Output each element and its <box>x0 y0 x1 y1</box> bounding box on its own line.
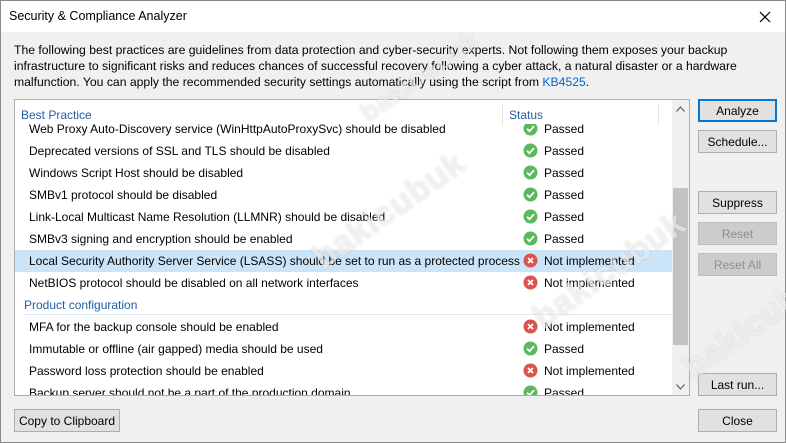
scrollbar-thumb[interactable] <box>673 188 688 345</box>
list-item[interactable]: MFA for the backup console should be ena… <box>15 316 673 338</box>
check-circle-icon <box>523 341 538 356</box>
best-practice-name: Web Proxy Auto-Discovery service (WinHtt… <box>29 124 446 136</box>
scroll-down-button[interactable] <box>672 378 689 395</box>
list-item[interactable]: Immutable or offline (air gapped) media … <box>15 338 673 360</box>
last-run-button[interactable]: Last run... <box>698 373 777 396</box>
status-text: Passed <box>544 210 585 224</box>
window-title: Security & Compliance Analyzer <box>9 9 187 23</box>
group-header[interactable]: Product configuration <box>15 294 673 316</box>
best-practice-name: Immutable or offline (air gapped) media … <box>29 342 323 356</box>
description-body: The following best practices are guideli… <box>14 43 737 89</box>
check-circle-icon <box>523 165 538 180</box>
list-header: Best Practice Status <box>15 100 673 126</box>
best-practice-name: NetBIOS protocol should be disabled on a… <box>29 276 359 290</box>
check-circle-icon <box>523 187 538 202</box>
list-item[interactable]: Link-Local Multicast Name Resolution (LL… <box>15 206 673 228</box>
vertical-scrollbar[interactable] <box>672 100 689 395</box>
list-item[interactable]: Backup server should not be a part of th… <box>15 382 673 395</box>
status-text: Not implemented <box>544 320 635 334</box>
status-text: Passed <box>544 166 585 180</box>
copy-to-clipboard-button[interactable]: Copy to Clipboard <box>14 409 120 432</box>
status-text: Passed <box>544 232 585 246</box>
best-practice-list[interactable]: Best Practice Status Web Proxy Auto-Disc… <box>14 99 690 396</box>
title-bar: Security & Compliance Analyzer <box>1 1 785 32</box>
column-separator[interactable] <box>658 104 659 126</box>
list-item[interactable]: Password loss protection should be enabl… <box>15 360 673 382</box>
best-practice-name: Link-Local Multicast Name Resolution (LL… <box>29 210 386 224</box>
list-item[interactable]: NetBIOS protocol should be disabled on a… <box>15 272 673 294</box>
close-button[interactable]: Close <box>698 409 777 432</box>
close-window-button[interactable] <box>745 1 785 32</box>
list-item[interactable]: Local Security Authority Server Service … <box>15 250 673 272</box>
check-circle-icon <box>523 124 538 136</box>
error-circle-icon <box>523 275 538 290</box>
group-header-label: Product configuration <box>24 298 138 312</box>
analyzer-dialog: Security & Compliance Analyzer The follo… <box>0 0 786 443</box>
status-text: Not implemented <box>544 276 635 290</box>
status-text: Not implemented <box>544 364 635 378</box>
best-practice-name: Backup server should not be a part of th… <box>29 386 351 395</box>
check-circle-icon <box>523 209 538 224</box>
best-practice-name: Windows Script Host should be disabled <box>29 166 244 180</box>
column-best-practice[interactable]: Best Practice <box>21 108 92 122</box>
analyze-button[interactable]: Analyze <box>698 99 777 122</box>
check-circle-icon <box>523 143 538 158</box>
list-item[interactable]: SMBv3 signing and encryption should be e… <box>15 228 673 250</box>
check-circle-icon <box>523 231 538 246</box>
group-divider <box>24 314 671 315</box>
best-practice-name: SMBv3 signing and encryption should be e… <box>29 232 293 246</box>
list-item[interactable]: Deprecated versions of SSL and TLS shoul… <box>15 140 673 162</box>
column-separator[interactable] <box>502 104 503 126</box>
error-circle-icon <box>523 319 538 334</box>
reset-all-button[interactable]: Reset All <box>698 253 777 276</box>
status-text: Passed <box>544 342 585 356</box>
check-circle-icon <box>523 385 538 395</box>
suppress-button[interactable]: Suppress <box>698 191 777 214</box>
description-end: . <box>585 75 590 89</box>
best-practice-name: Deprecated versions of SSL and TLS shoul… <box>29 144 330 158</box>
list-item[interactable]: Web Proxy Auto-Discovery service (WinHtt… <box>15 124 673 140</box>
scroll-up-button[interactable] <box>672 100 689 117</box>
best-practice-name: Password loss protection should be enabl… <box>29 364 264 378</box>
chevron-down-icon <box>676 383 685 390</box>
chevron-up-icon <box>676 105 685 112</box>
best-practice-name: SMBv1 protocol should be disabled <box>29 188 218 202</box>
list-item[interactable]: Windows Script Host should be disabled Pa… <box>15 162 673 184</box>
status-text: Passed <box>544 144 585 158</box>
schedule-button[interactable]: Schedule... <box>698 130 777 153</box>
list-rows: Web Proxy Auto-Discovery service (WinHtt… <box>15 124 673 395</box>
best-practice-name: MFA for the backup console should be ena… <box>29 320 279 334</box>
error-circle-icon <box>523 253 538 268</box>
error-circle-icon <box>523 363 538 378</box>
status-text: Passed <box>544 124 585 136</box>
status-text: Passed <box>544 188 585 202</box>
reset-button[interactable]: Reset <box>698 222 777 245</box>
description-text: The following best practices are guideli… <box>14 42 774 90</box>
status-text: Passed <box>544 386 585 395</box>
status-text: Not implemented <box>544 254 635 268</box>
best-practice-name: Local Security Authority Server Service … <box>29 254 520 268</box>
column-status[interactable]: Status <box>509 108 543 122</box>
close-icon <box>759 11 771 22</box>
list-item[interactable]: SMBv1 protocol should be disabled Passed <box>15 184 673 206</box>
kb-link[interactable]: KB4525 <box>542 75 585 89</box>
